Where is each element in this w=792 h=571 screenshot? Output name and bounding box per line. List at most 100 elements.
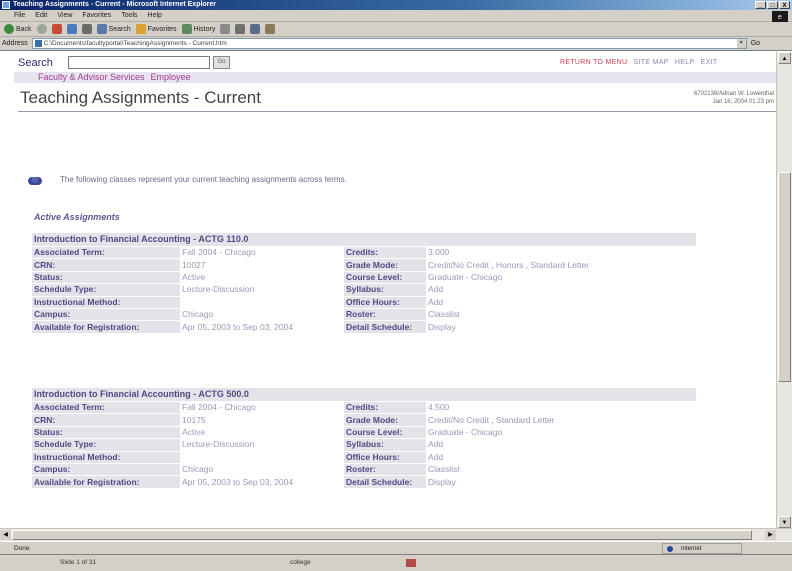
office-hours-add-link[interactable]: Add bbox=[426, 452, 696, 463]
scroll-right-icon[interactable]: ▶ bbox=[765, 530, 776, 540]
favorites-toolbar-button[interactable]: Favorites bbox=[135, 24, 177, 34]
menu-favorites[interactable]: Favorites bbox=[82, 10, 111, 21]
course-title: Introduction to Financial Accounting - A… bbox=[32, 388, 696, 401]
browser-toolbar: Back Search Favorites History bbox=[0, 22, 792, 37]
page-content: Search Go RETURN TO MENU SITE MAP HELP E… bbox=[14, 52, 776, 528]
menu-tools[interactable]: Tools bbox=[121, 10, 137, 21]
field-label: Campus: bbox=[32, 463, 180, 476]
classlist-link[interactable]: Classlist bbox=[426, 309, 696, 320]
field-label: Grade Mode: bbox=[344, 259, 426, 271]
course-details-table: Associated Term: Fall 2004 - Chicago Cre… bbox=[32, 246, 696, 334]
menu-edit[interactable]: Edit bbox=[35, 10, 47, 21]
field-value: 10027 bbox=[182, 259, 206, 270]
search-row: Search Go RETURN TO MENU SITE MAP HELP E… bbox=[18, 56, 776, 70]
field-label: Course Level: bbox=[344, 271, 426, 284]
search-go-button[interactable]: Go bbox=[213, 56, 230, 69]
field-value: Fall 2004 - Chicago bbox=[182, 402, 256, 413]
syllabus-add-link[interactable]: Add bbox=[426, 284, 696, 295]
close-button[interactable]: X bbox=[779, 1, 790, 9]
menu-file[interactable]: File bbox=[14, 10, 25, 21]
taskbar-slide-info: Slide 1 of 31 bbox=[60, 559, 97, 566]
minimize-button[interactable]: _ bbox=[755, 1, 766, 9]
home-icon[interactable] bbox=[81, 24, 92, 34]
return-to-menu-link[interactable]: RETURN TO MENU bbox=[560, 59, 627, 66]
field-label: Grade Mode: bbox=[344, 414, 426, 426]
favorites-toolbar-label: Favorites bbox=[147, 25, 177, 33]
top-links: RETURN TO MENU SITE MAP HELP EXIT bbox=[560, 59, 721, 66]
field-value: Fall 2004 - Chicago bbox=[182, 247, 256, 258]
field-label: Campus: bbox=[32, 308, 180, 321]
table-row: Status: Active Course Level: Graduate - … bbox=[32, 426, 696, 439]
course-title: Introduction to Financial Accounting - A… bbox=[32, 233, 696, 246]
help-link[interactable]: HELP bbox=[675, 59, 695, 66]
history-toolbar-label: History bbox=[193, 25, 216, 33]
field-value: 10175 bbox=[182, 414, 206, 425]
scroll-left-icon[interactable]: ◀ bbox=[0, 530, 11, 540]
history-icon bbox=[181, 24, 192, 34]
field-label: Instructional Method: bbox=[32, 451, 180, 463]
field-label: Office Hours: bbox=[344, 296, 426, 308]
discuss-icon[interactable] bbox=[265, 24, 276, 34]
address-dropdown-icon[interactable]: ▼ bbox=[736, 39, 746, 48]
vertical-scrollbar[interactable]: ▲ ▼ bbox=[776, 52, 792, 528]
breadcrumb-employee[interactable]: Employee bbox=[151, 72, 191, 82]
taskbar-app-icon[interactable] bbox=[406, 559, 416, 567]
window-titlebar: Teaching Assignments - Current - Microso… bbox=[0, 0, 792, 10]
field-label: Available for Registration: bbox=[32, 321, 180, 333]
detail-schedule-display-link[interactable]: Display bbox=[426, 321, 696, 332]
table-row: Instructional Method: Office Hours: Add bbox=[32, 451, 696, 463]
forward-arrow-icon[interactable] bbox=[36, 24, 47, 34]
exit-link[interactable]: EXIT bbox=[701, 59, 718, 66]
taskbar-item[interactable]: college bbox=[290, 559, 311, 566]
breadcrumb-faculty[interactable]: Faculty & Advisor Services bbox=[38, 72, 145, 82]
table-row: Status: Active Course Level: Graduate - … bbox=[32, 271, 696, 284]
scroll-up-icon[interactable]: ▲ bbox=[778, 52, 791, 64]
horizontal-scrollbar[interactable]: ◀ ▶ bbox=[0, 528, 792, 541]
vertical-scroll-thumb[interactable] bbox=[778, 172, 791, 382]
classlist-link[interactable]: Classlist bbox=[426, 464, 696, 475]
field-value: 3.000 bbox=[428, 247, 450, 258]
back-arrow-icon bbox=[4, 24, 14, 34]
back-button[interactable]: Back bbox=[4, 24, 32, 34]
office-hours-add-link[interactable]: Add bbox=[426, 297, 696, 308]
maximize-button[interactable]: □ bbox=[767, 1, 778, 9]
menu-view[interactable]: View bbox=[57, 10, 72, 21]
table-row: Schedule Type: Lecture-Discussion Syllab… bbox=[32, 284, 696, 296]
stop-icon[interactable] bbox=[51, 24, 62, 34]
scroll-down-icon[interactable]: ▼ bbox=[778, 516, 791, 528]
mail-icon[interactable] bbox=[220, 24, 231, 34]
course-details-table: Associated Term: Fall 2004 - Chicago Cre… bbox=[32, 401, 696, 489]
table-row: Available for Registration: Apr 05, 2003… bbox=[32, 321, 696, 333]
detail-schedule-display-link[interactable]: Display bbox=[426, 476, 696, 487]
field-value bbox=[180, 452, 344, 463]
search-toolbar-button[interactable]: Search bbox=[96, 24, 131, 34]
window-title: Teaching Assignments - Current - Microso… bbox=[13, 1, 217, 8]
print-icon[interactable] bbox=[235, 24, 246, 34]
field-value: Graduate - Chicago bbox=[428, 271, 503, 282]
title-divider bbox=[18, 111, 776, 112]
address-go-button[interactable]: Go bbox=[751, 40, 760, 47]
table-row: Associated Term: Fall 2004 - Chicago Cre… bbox=[32, 402, 696, 414]
field-value: Credit/No Credit , Standard Letter bbox=[428, 414, 555, 425]
refresh-icon[interactable] bbox=[66, 24, 77, 34]
field-label: Available for Registration: bbox=[32, 476, 180, 488]
table-row: CRN: 10175 Grade Mode: Credit/No Credit … bbox=[32, 414, 696, 426]
breadcrumb: Faculty & Advisor Services Employee bbox=[14, 72, 776, 83]
address-input[interactable]: C:\Documents\facultyportal\TeachingAssig… bbox=[31, 38, 747, 49]
search-input[interactable] bbox=[68, 56, 210, 69]
search-icon bbox=[96, 24, 107, 34]
field-value: Active bbox=[182, 426, 206, 437]
horizontal-scroll-thumb[interactable] bbox=[12, 530, 752, 540]
course-block: Introduction to Financial Accounting - A… bbox=[32, 233, 696, 334]
menu-help[interactable]: Help bbox=[148, 10, 162, 21]
history-toolbar-button[interactable]: History bbox=[181, 24, 216, 34]
security-zone: Internet bbox=[662, 543, 742, 554]
table-row: Available for Registration: Apr 05, 2003… bbox=[32, 476, 696, 488]
site-map-link[interactable]: SITE MAP bbox=[634, 59, 669, 66]
address-bar: Address C:\Documents\facultyportal\Teach… bbox=[0, 37, 792, 51]
edit-icon[interactable] bbox=[250, 24, 261, 34]
syllabus-add-link[interactable]: Add bbox=[426, 439, 696, 450]
field-label: Schedule Type: bbox=[32, 439, 180, 451]
field-label: Office Hours: bbox=[344, 451, 426, 463]
field-value: Credit/No Credit , Honors , Standard Let… bbox=[428, 259, 590, 270]
